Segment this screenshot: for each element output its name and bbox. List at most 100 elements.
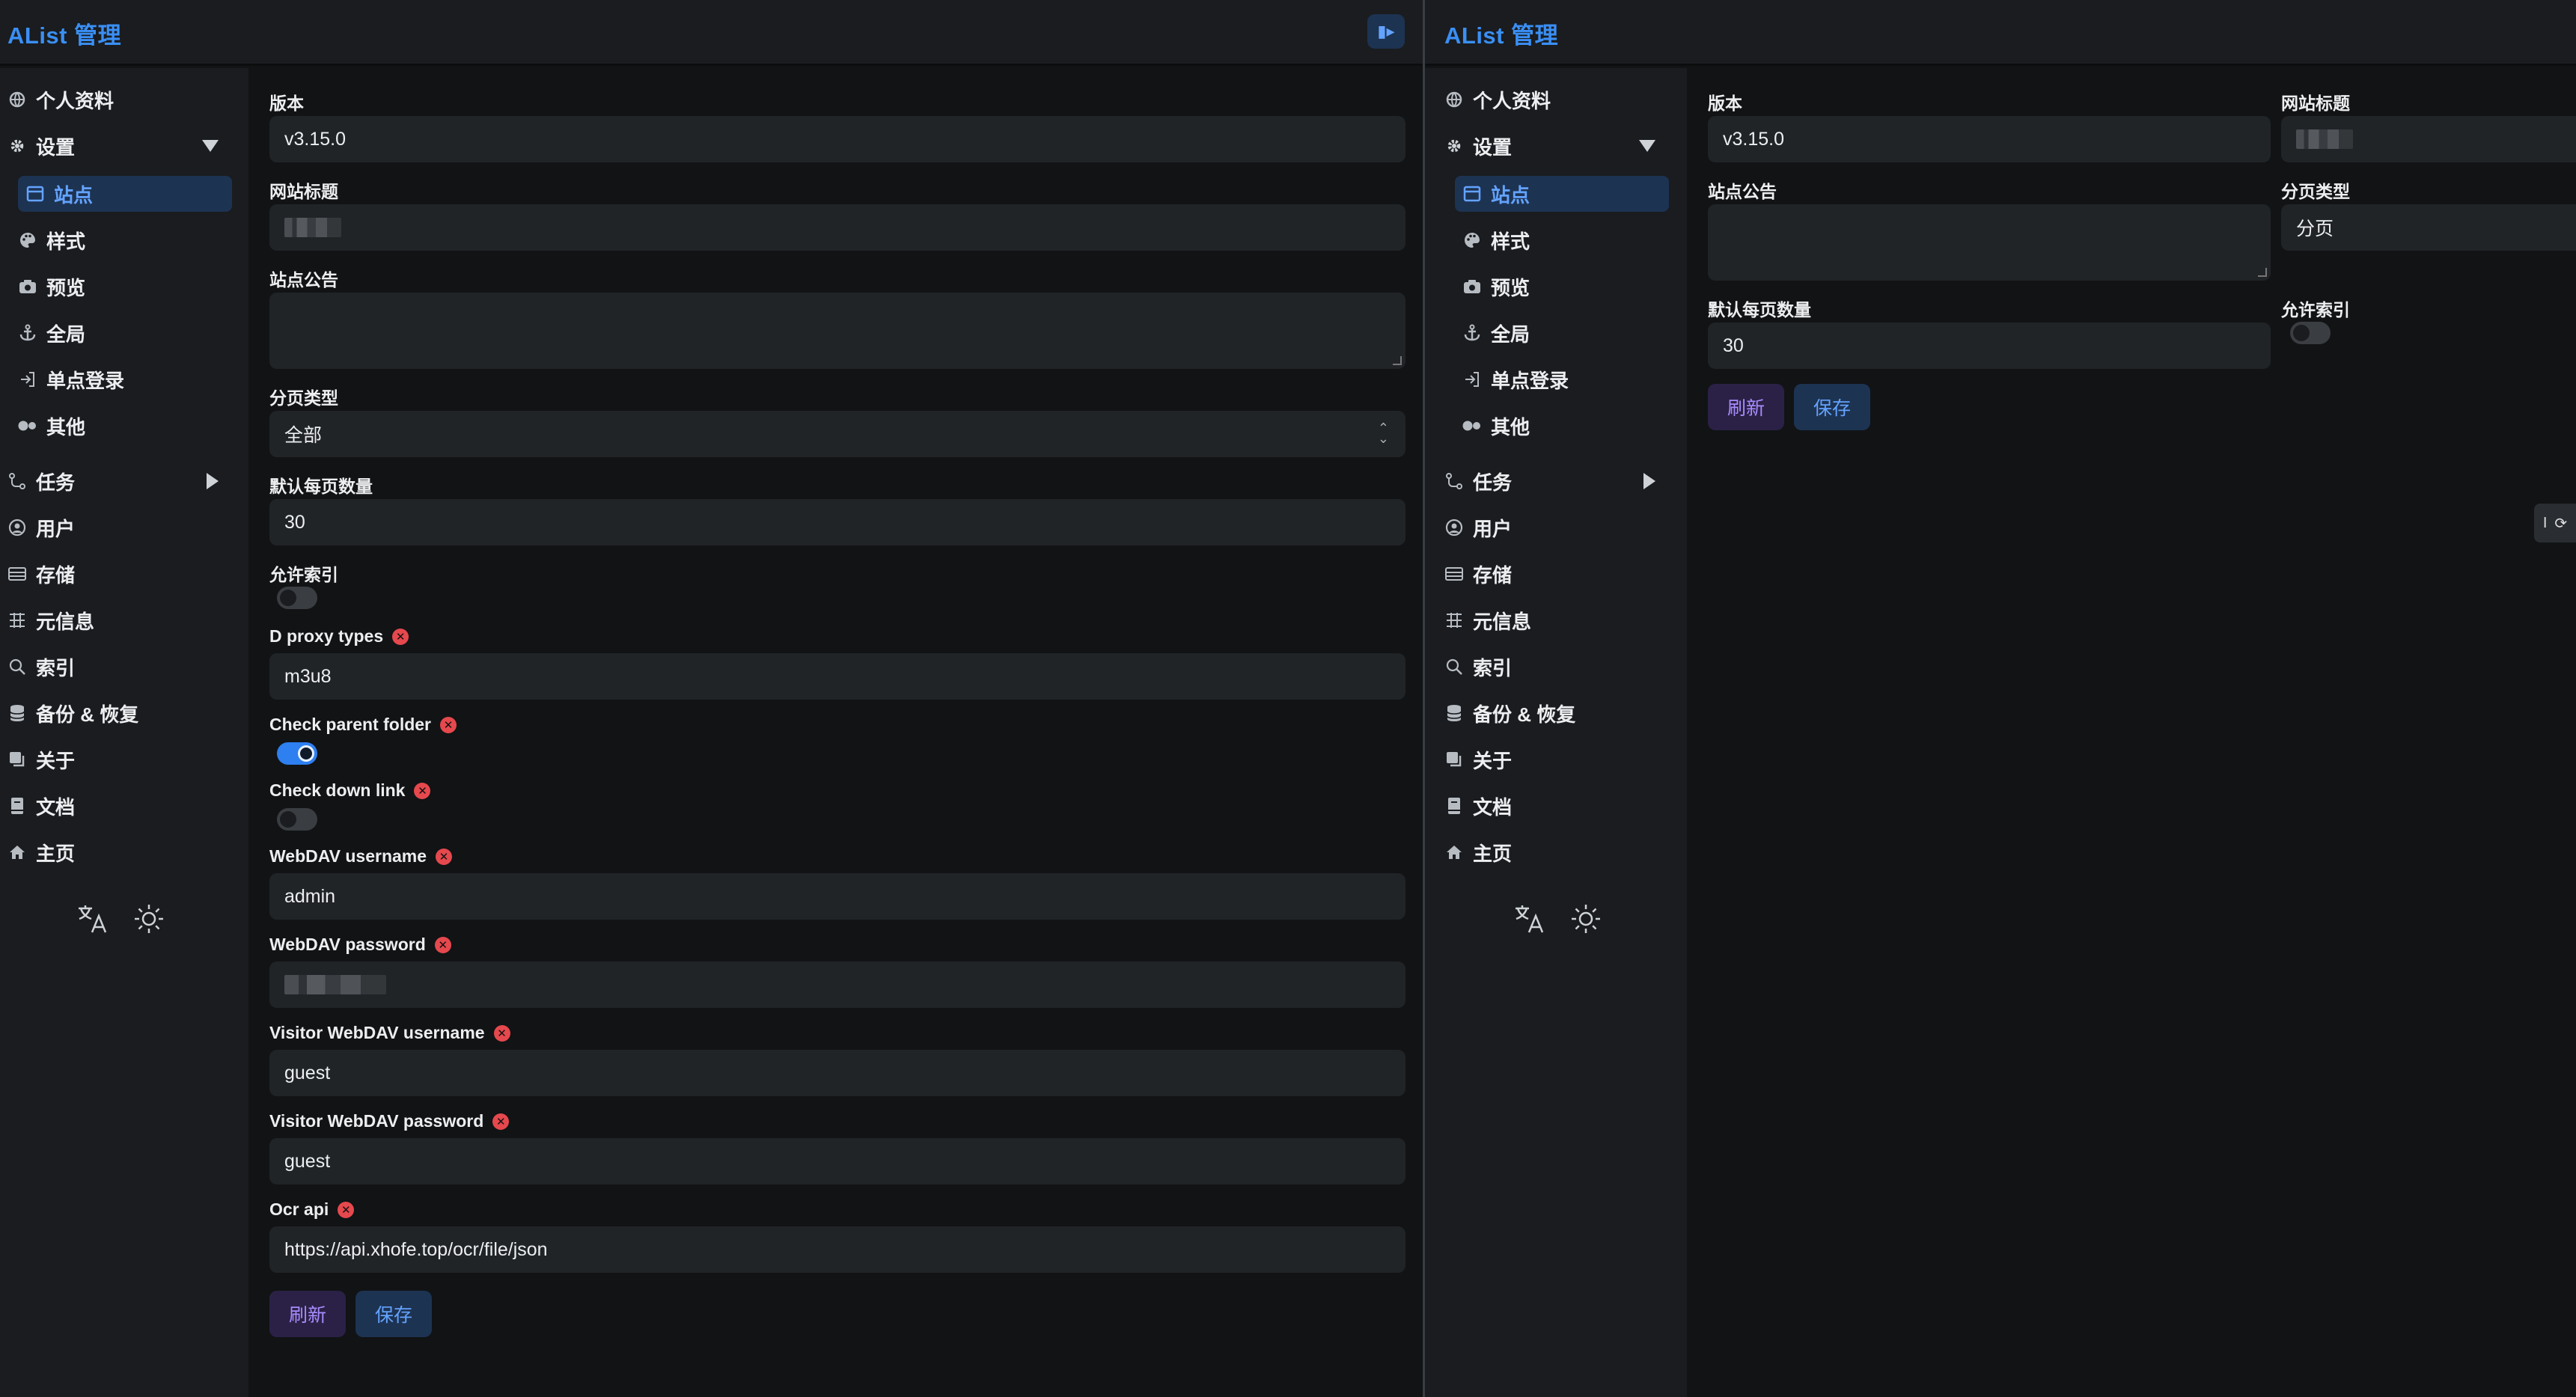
ocr-api-input[interactable]: https://api.xhofe.top/ocr/file/json	[269, 1226, 1405, 1273]
sidebar-item-backup[interactable]: 备份 & 恢复	[1444, 695, 1575, 731]
chevron-right-icon	[207, 473, 219, 489]
default-page-size-input[interactable]: 30	[269, 499, 1405, 545]
delete-icon[interactable]: ✕	[436, 848, 453, 865]
sidebar-item-other[interactable]: 其他	[18, 408, 85, 444]
sidebar-item-preview[interactable]: 预览	[1462, 269, 1530, 305]
sun-icon[interactable]	[1569, 902, 1603, 936]
refresh-button[interactable]: 刷新	[269, 1291, 346, 1337]
label-ocr-api: Ocr api ✕	[269, 1199, 355, 1220]
sidebar-item-storage[interactable]: 存储	[7, 556, 75, 592]
sidebar-item-users[interactable]: 用户	[1444, 510, 1512, 545]
sidebar-item-global[interactable]: 全局	[1462, 315, 1530, 351]
sidebar-item-meta[interactable]: 元信息	[1444, 602, 1531, 638]
version-input[interactable]: v3.15.0	[1708, 116, 2271, 162]
sidebar-item-global[interactable]: 全局	[18, 315, 85, 351]
webdav-password-input[interactable]	[269, 962, 1405, 1008]
visitor-webdav-username-input[interactable]: guest	[269, 1050, 1405, 1096]
sidebar-label: 其他	[1491, 415, 1530, 438]
sidebar-item-home[interactable]: 主页	[1444, 834, 1512, 870]
sidebar-item-sso[interactable]: 单点登录	[18, 361, 124, 397]
delete-icon[interactable]: ✕	[414, 782, 431, 799]
sidebar-label: 任务	[1473, 471, 1513, 494]
sidebar-item-other[interactable]: 其他	[1462, 408, 1530, 444]
announcement-textarea[interactable]	[1708, 204, 2271, 281]
default-page-size-input[interactable]: 30	[1708, 322, 2271, 369]
sidebar-item-users[interactable]: 用户	[7, 510, 75, 545]
sidebar-item-preview[interactable]: 预览	[18, 269, 85, 305]
sidebar-label: 存储	[36, 563, 76, 587]
delete-icon[interactable]: ✕	[392, 628, 409, 645]
sidebar-item-style[interactable]: 样式	[1462, 222, 1530, 258]
delete-icon[interactable]: ✕	[493, 1024, 510, 1042]
sidebar-item-index[interactable]: 索引	[1444, 649, 1512, 685]
sidebar-item-style[interactable]: 样式	[18, 222, 85, 258]
check-down-link-switch[interactable]	[277, 808, 317, 831]
visitor-webdav-password-input[interactable]: guest	[269, 1138, 1405, 1184]
sidebar-item-sso[interactable]: 单点登录	[1462, 361, 1569, 397]
sidebar-item-settings[interactable]: 设置	[7, 128, 241, 164]
sun-icon[interactable]	[132, 902, 166, 936]
d-proxy-types-input[interactable]: m3u8	[269, 653, 1405, 700]
translate-icon[interactable]	[75, 902, 109, 936]
label-text: WebDAV username	[269, 846, 427, 866]
sidebar-label: 预览	[1491, 276, 1530, 299]
label-version: 版本	[1708, 94, 1742, 113]
flow-icon	[1444, 471, 1464, 491]
label-webdav-password: WebDAV password ✕	[269, 935, 451, 955]
delete-icon[interactable]: ✕	[338, 1201, 355, 1218]
header: AList 管理 ▮▸	[0, 0, 1423, 66]
switch-knob	[298, 745, 314, 762]
sidebar-label: 个人资料	[36, 89, 115, 112]
delete-icon[interactable]: ✕	[434, 936, 451, 953]
sidebar-item-about[interactable]: 关于	[1444, 742, 1512, 777]
sidebar-label: 元信息	[1473, 610, 1532, 633]
sidebar-item-about[interactable]: 关于	[7, 742, 75, 777]
gear-icon	[1444, 136, 1464, 156]
version-input[interactable]: v3.15.0	[269, 116, 1405, 162]
side-drawer-handle[interactable]: I ⟳	[2534, 504, 2576, 542]
sidebar-item-backup[interactable]: 备份 & 恢复	[7, 695, 138, 731]
sidebar-item-settings[interactable]: 设置	[1444, 128, 1678, 164]
admin-window-narrow: AList 管理 个人资料 设置 站点 样式 预览 全局 单点登录 其他 任务 …	[1425, 0, 2576, 1397]
refresh-button[interactable]: 刷新	[1708, 384, 1784, 430]
home-icon	[1444, 843, 1464, 862]
sidebar-item-profile[interactable]: 个人资料	[1444, 82, 1551, 117]
save-button[interactable]: 保存	[355, 1291, 432, 1337]
sidebar-label: 关于	[36, 749, 76, 772]
sidebar-label: 主页	[1473, 842, 1513, 865]
logout-button[interactable]: ▮▸	[1367, 14, 1405, 49]
check-parent-folder-switch[interactable]	[277, 742, 317, 765]
sidebar-item-site[interactable]: 站点	[1455, 176, 1669, 212]
chevron-down-icon	[1639, 140, 1655, 152]
delete-icon[interactable]: ✕	[492, 1113, 510, 1130]
delete-icon[interactable]: ✕	[440, 716, 457, 733]
sidebar-item-meta[interactable]: 元信息	[7, 602, 94, 638]
label-visitor-webdav-username: Visitor WebDAV username ✕	[269, 1023, 510, 1043]
toggle-icon	[1462, 416, 1482, 435]
announcement-textarea[interactable]	[269, 293, 1405, 369]
sidebar-item-tasks[interactable]: 任务	[7, 463, 241, 499]
label-pagination-type: 分页类型	[2281, 182, 2350, 201]
sidebar-item-index[interactable]: 索引	[7, 649, 75, 685]
pagination-type-select[interactable]: 全部 ⌃ ⌄	[269, 411, 1405, 457]
sidebar-item-docs[interactable]: 文档	[1444, 788, 1512, 824]
sidebar-item-home[interactable]: 主页	[7, 834, 75, 870]
sidebar-label: 任务	[36, 471, 76, 494]
sidebar-item-storage[interactable]: 存储	[1444, 556, 1512, 592]
sidebar-item-site[interactable]: 站点	[18, 176, 232, 212]
sidebar-item-tasks[interactable]: 任务	[1444, 463, 1678, 499]
sidebar-item-profile[interactable]: 个人资料	[7, 82, 114, 117]
allow-indexed-switch[interactable]	[2290, 322, 2331, 344]
label-text: Check down link	[269, 780, 406, 800]
sidebar-item-docs[interactable]: 文档	[7, 788, 75, 824]
pagination-type-select[interactable]: 分页	[2281, 204, 2576, 251]
save-button[interactable]: 保存	[1794, 384, 1870, 430]
site-title-input[interactable]	[269, 204, 1405, 251]
sidebar-label: 文档	[1473, 795, 1513, 819]
site-title-input[interactable]	[2281, 116, 2576, 162]
allow-indexed-switch[interactable]	[277, 587, 317, 609]
translate-icon[interactable]	[1512, 902, 1546, 936]
webdav-username-input[interactable]: admin	[269, 873, 1405, 920]
default-page-size-value: 30	[1723, 334, 1744, 356]
flow-icon	[7, 471, 27, 491]
